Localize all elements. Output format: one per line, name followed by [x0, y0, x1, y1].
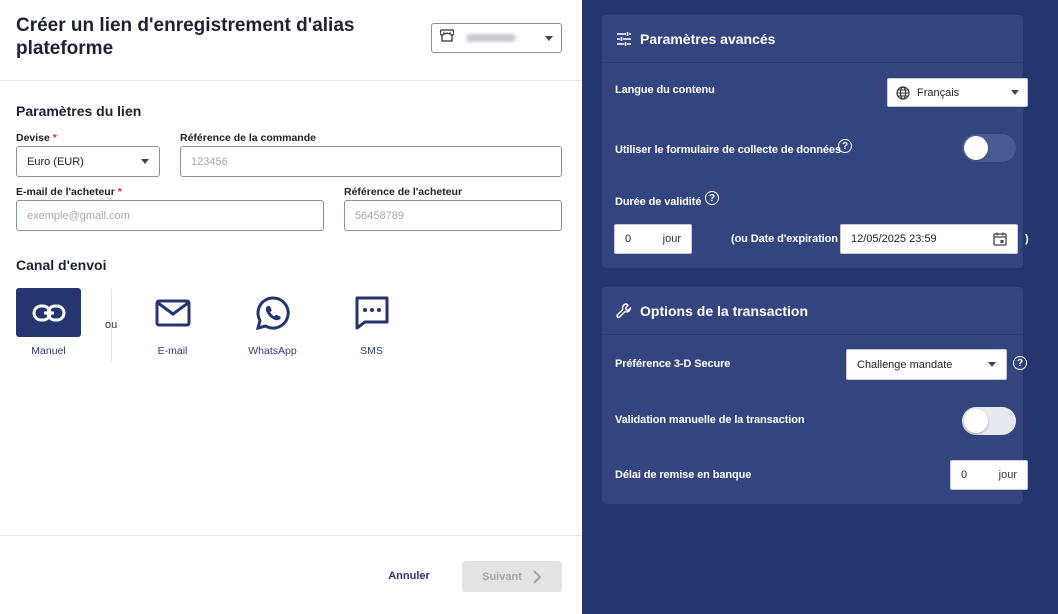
help-icon[interactable]: ? — [838, 139, 852, 153]
currency-label: Devise * — [16, 132, 57, 144]
bank-delay-input[interactable]: 0 jour — [950, 460, 1028, 490]
channel-label: WhatsApp — [248, 345, 297, 357]
data-form-toggle[interactable] — [962, 134, 1016, 162]
bank-delay-value: 0 — [961, 469, 968, 481]
order-ref-label: Référence de la commande — [180, 132, 316, 144]
shop-name-redacted — [466, 34, 516, 42]
buyer-ref-label: Référence de l'acheteur — [344, 186, 463, 198]
divider — [111, 289, 112, 362]
channel-manual-tile — [16, 288, 81, 337]
channel-sms[interactable]: SMS — [339, 288, 404, 357]
channel-whatsapp-tile — [240, 288, 305, 337]
link-params-title: Paramètres du lien — [16, 103, 142, 119]
validity-label: Durée de validité — [615, 196, 702, 208]
expiry-date-value: 12/05/2025 23:59 — [851, 233, 937, 245]
expiry-date-input[interactable]: 12/05/2025 23:59 — [840, 224, 1018, 254]
content-lang-label: Langue du contenu — [615, 84, 715, 96]
link-form-panel: Créer un lien d'enregistrement d'alias p… — [0, 0, 582, 614]
mail-icon — [155, 299, 190, 326]
chevron-down-icon — [545, 35, 553, 41]
wrench-icon — [616, 302, 632, 318]
channel-email[interactable]: E-mail — [140, 288, 205, 357]
chevron-right-icon — [533, 569, 542, 584]
divider — [0, 535, 582, 536]
manual-validation-label: Validation manuelle de la transaction — [615, 414, 805, 426]
transaction-options-card: Options de la transaction Préférence 3-D… — [602, 287, 1028, 504]
whatsapp-icon — [255, 295, 290, 330]
sms-icon — [355, 296, 388, 329]
help-icon[interactable]: ? — [705, 191, 719, 205]
channel-label: Manuel — [31, 345, 66, 357]
calendar-icon[interactable] — [993, 232, 1007, 246]
buyer-email-input[interactable] — [16, 200, 324, 231]
channel-label: SMS — [360, 345, 383, 357]
data-form-label: Utiliser le formulaire de collecte de do… — [615, 144, 841, 156]
buyer-email-label: E-mail de l'acheteur * — [16, 186, 122, 198]
next-button[interactable]: Suivant — [462, 561, 562, 592]
channel-manual[interactable]: Manuel — [16, 288, 81, 357]
secure-select[interactable]: Challenge mandate — [846, 349, 1007, 380]
channel-label: E-mail — [157, 345, 188, 357]
channel-title: Canal d'envoi — [16, 257, 107, 273]
toggle-knob — [964, 409, 988, 433]
advanced-settings-header: Paramètres avancés — [602, 15, 1023, 63]
transaction-options-header: Options de la transaction — [602, 287, 1023, 335]
channel-sms-tile — [339, 288, 404, 337]
chevron-down-icon — [988, 362, 996, 367]
bank-delay-unit: jour — [998, 469, 1017, 481]
transaction-options-title: Options de la transaction — [640, 302, 809, 319]
page-title: Créer un lien d'enregistrement d'alias p… — [16, 15, 355, 59]
secure-value: Challenge mandate — [857, 358, 953, 371]
order-ref-input[interactable] — [180, 146, 562, 177]
currency-select[interactable]: Euro (EUR) — [16, 146, 160, 177]
buyer-ref-input[interactable] — [344, 200, 562, 231]
settings-panel: Paramètres avancés Langue du contenu Fra… — [582, 0, 1058, 614]
expiry-suffix: ) — [1025, 233, 1029, 245]
channel-email-tile — [140, 288, 205, 337]
validity-unit: jour — [662, 233, 681, 245]
globe-icon — [896, 85, 910, 100]
next-label: Suivant — [482, 570, 522, 583]
chevron-down-icon — [1011, 90, 1019, 95]
content-lang-select[interactable]: Français — [887, 78, 1028, 107]
expiry-prefix: (ou Date d'expiration — [731, 233, 838, 245]
cancel-button[interactable]: Annuler — [380, 561, 438, 591]
manual-validation-toggle[interactable] — [962, 407, 1016, 435]
toggle-knob — [964, 136, 988, 160]
divider — [0, 80, 582, 81]
advanced-settings-title: Paramètres avancés — [640, 30, 776, 47]
sliders-icon — [617, 31, 631, 46]
advanced-settings-card: Paramètres avancés Langue du contenu Fra… — [602, 15, 1029, 268]
help-icon[interactable]: ? — [1013, 356, 1027, 370]
bank-delay-label: Délai de remise en banque — [615, 469, 752, 481]
store-icon — [439, 29, 455, 47]
shop-select[interactable] — [431, 23, 562, 53]
channel-whatsapp[interactable]: WhatsApp — [240, 288, 305, 357]
currency-value: Euro (EUR) — [27, 155, 84, 168]
chevron-down-icon — [141, 159, 149, 164]
secure-label: Préférence 3-D Secure — [615, 358, 731, 370]
link-icon — [32, 304, 65, 321]
content-lang-value: Français — [917, 86, 960, 99]
validity-value: 0 — [625, 233, 632, 245]
validity-input[interactable]: 0 jour — [614, 224, 692, 254]
